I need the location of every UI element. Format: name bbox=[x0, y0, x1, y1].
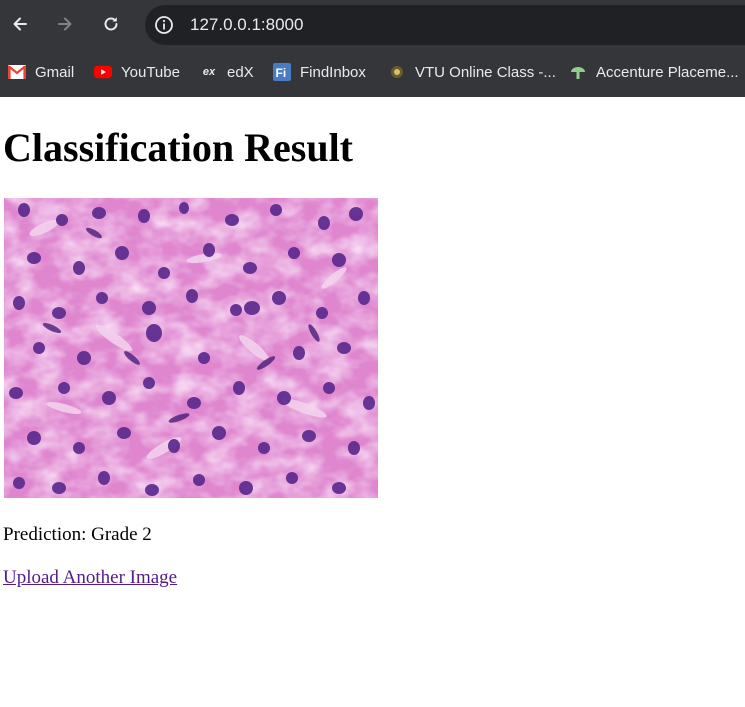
prediction-text: Prediction: Grade 2 bbox=[3, 524, 152, 545]
bookmark-label: VTU Online Class -... bbox=[415, 63, 556, 81]
url-text: 127.0.0.1:8000 bbox=[190, 15, 304, 34]
back-arrow-icon bbox=[13, 17, 27, 31]
edx-icon: ex bbox=[202, 66, 216, 78]
bookmark-label: edX bbox=[227, 63, 254, 81]
forward-button[interactable] bbox=[51, 10, 79, 38]
bookmark-label: Gmail bbox=[35, 63, 75, 81]
bookmark-vtu[interactable]: VTU Online Class -... bbox=[388, 58, 556, 86]
page-content: Classification Result Prediction: Grade … bbox=[0, 97, 745, 707]
bookmark-label: FindInbox bbox=[300, 63, 366, 81]
findinbox-icon: Fi bbox=[273, 63, 291, 81]
bookmark-label: YouTube bbox=[121, 63, 180, 81]
upload-another-image-link[interactable]: Upload Another Image bbox=[3, 567, 177, 589]
site-info-icon[interactable] bbox=[153, 14, 175, 36]
histopathology-image bbox=[4, 198, 378, 498]
accenture-icon bbox=[569, 63, 587, 81]
bookmark-edx[interactable]: ex edX bbox=[200, 58, 254, 86]
browser-chrome: 127.0.0.1:8000 Gmail YouTube ex edX Fi F… bbox=[0, 0, 745, 97]
bookmarks-bar: Gmail YouTube ex edX Fi FindInbox VTU On… bbox=[0, 58, 745, 86]
bookmark-accenture[interactable]: Accenture Placeme... bbox=[569, 58, 739, 86]
reload-button[interactable] bbox=[97, 10, 125, 38]
reload-icon bbox=[104, 17, 118, 31]
address-bar[interactable]: 127.0.0.1:8000 bbox=[145, 5, 745, 45]
forward-arrow-icon bbox=[58, 17, 72, 31]
page-title: Classification Result bbox=[3, 125, 353, 170]
svg-text:Fi: Fi bbox=[276, 66, 287, 80]
gmail-icon bbox=[8, 63, 26, 81]
browser-toolbar: 127.0.0.1:8000 bbox=[0, 0, 745, 50]
youtube-icon bbox=[94, 63, 112, 81]
bookmark-youtube[interactable]: YouTube bbox=[94, 58, 180, 86]
bookmark-gmail[interactable]: Gmail bbox=[8, 58, 74, 86]
back-button[interactable] bbox=[6, 10, 34, 38]
vtu-icon bbox=[388, 63, 406, 81]
bookmark-findinbox[interactable]: Fi FindInbox bbox=[273, 58, 366, 86]
bookmark-label: Accenture Placeme... bbox=[596, 63, 739, 81]
